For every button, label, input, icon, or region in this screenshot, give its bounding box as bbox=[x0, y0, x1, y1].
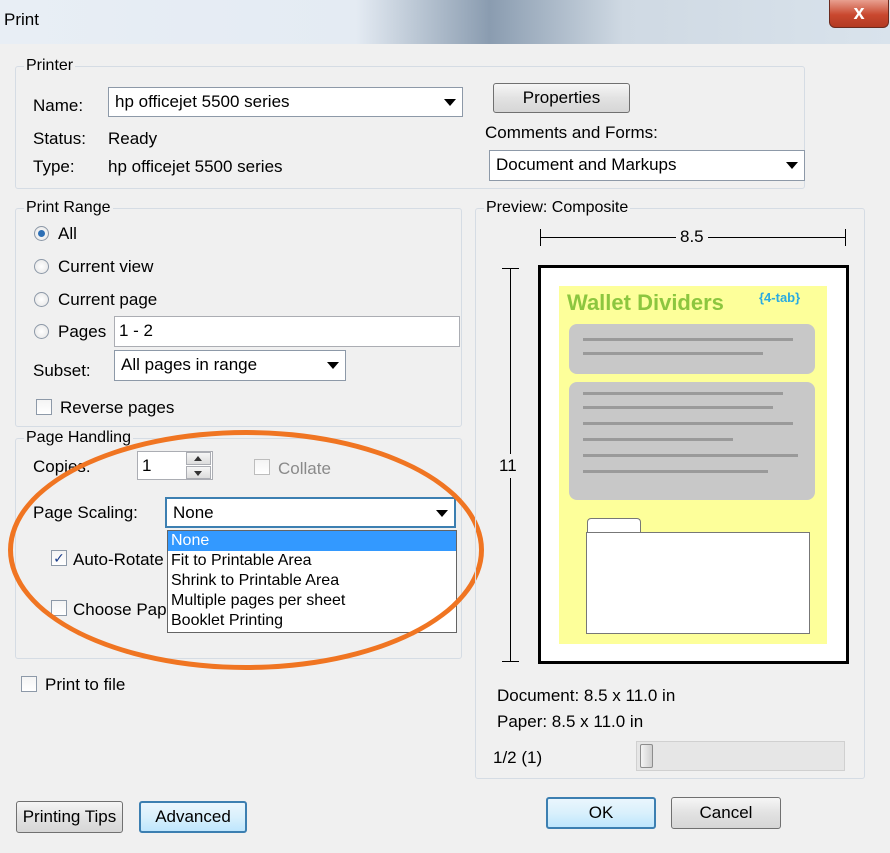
document-size-info: Document: 8.5 x 11.0 in bbox=[497, 686, 676, 705]
advanced-button[interactable]: Advanced bbox=[139, 801, 247, 833]
radio-current-page[interactable] bbox=[34, 292, 49, 307]
preview-text-line bbox=[583, 392, 783, 395]
radio-all-label: All bbox=[58, 224, 77, 243]
height-dimension-tick-top bbox=[502, 268, 519, 269]
comments-forms-select[interactable]: Document and Markups bbox=[489, 150, 805, 181]
comments-forms-value: Document and Markups bbox=[496, 155, 677, 174]
printer-type-value: hp officejet 5500 series bbox=[108, 157, 283, 176]
preview-page-slider[interactable] bbox=[636, 741, 845, 771]
preview-instructions-box bbox=[569, 382, 815, 500]
preview-text-line bbox=[583, 470, 768, 473]
preview-text-line bbox=[583, 406, 773, 409]
properties-button[interactable]: Properties bbox=[493, 83, 630, 113]
reverse-pages-label: Reverse pages bbox=[60, 398, 175, 417]
chevron-down-icon bbox=[444, 99, 456, 106]
preview-legend: Preview: Composite bbox=[486, 199, 629, 216]
reverse-pages-checkbox[interactable] bbox=[36, 399, 52, 415]
cancel-button[interactable]: Cancel bbox=[671, 797, 781, 829]
paper-size-info: Paper: 8.5 x 11.0 in bbox=[497, 712, 644, 731]
printer-status-value: Ready bbox=[108, 129, 158, 148]
preview-document-thumbnail: Wallet Dividers {4-tab} bbox=[559, 286, 827, 644]
preview-page: Wallet Dividers {4-tab} bbox=[538, 265, 849, 664]
radio-current-view[interactable] bbox=[34, 259, 49, 274]
page-indicator: 1/2 (1) bbox=[493, 748, 543, 767]
title-bar: Print x bbox=[0, 0, 890, 44]
preview-supplies-box bbox=[569, 324, 815, 374]
printer-name-value: hp officejet 5500 series bbox=[115, 92, 290, 111]
preview-text-line bbox=[583, 422, 793, 425]
printer-status-label: Status: bbox=[33, 129, 86, 148]
radio-pages-label: Pages bbox=[58, 322, 107, 341]
height-dimension-tick-bottom bbox=[502, 661, 519, 662]
width-dimension-tick-right bbox=[845, 229, 846, 246]
preview-document-heading: Wallet Dividers bbox=[567, 290, 724, 315]
close-button[interactable]: x bbox=[829, 0, 889, 28]
comments-forms-label: Comments and Forms: bbox=[485, 123, 658, 142]
slider-thumb[interactable] bbox=[640, 744, 653, 768]
subset-value: All pages in range bbox=[121, 355, 258, 374]
printer-type-label: Type: bbox=[33, 157, 75, 176]
subset-select[interactable]: All pages in range bbox=[114, 350, 346, 381]
printing-tips-button[interactable]: Printing Tips bbox=[16, 801, 123, 833]
printer-legend: Printer bbox=[26, 57, 74, 74]
preview-divider-tab bbox=[587, 518, 641, 533]
printer-name-select[interactable]: hp officejet 5500 series bbox=[108, 87, 463, 117]
preview-text-line bbox=[583, 338, 793, 341]
highlight-ellipse bbox=[8, 430, 484, 670]
window-title: Print bbox=[4, 10, 39, 29]
printer-name-label: Name: bbox=[33, 96, 84, 115]
width-dimension-label: 8.5 bbox=[676, 227, 708, 247]
preview-text-line bbox=[583, 438, 733, 441]
ok-button[interactable]: OK bbox=[546, 797, 656, 829]
width-dimension-tick-left bbox=[540, 229, 541, 246]
print-range-legend: Print Range bbox=[26, 199, 111, 216]
preview-divider-shape bbox=[586, 532, 810, 634]
preview-document-heading-tag: {4-tab} bbox=[759, 290, 801, 305]
print-to-file-checkbox[interactable] bbox=[21, 676, 37, 692]
radio-current-page-label: Current page bbox=[58, 290, 158, 309]
chevron-down-icon bbox=[786, 162, 798, 169]
radio-pages[interactable] bbox=[34, 324, 49, 339]
chevron-down-icon bbox=[327, 362, 339, 369]
height-dimension-label: 11 bbox=[499, 454, 517, 478]
page-handling-legend: Page Handling bbox=[26, 429, 131, 446]
print-range-group: Print Range bbox=[15, 199, 462, 427]
pages-input[interactable]: 1 - 2 bbox=[114, 316, 460, 347]
radio-all[interactable] bbox=[34, 226, 49, 241]
preview-text-line bbox=[583, 454, 798, 457]
print-to-file-label: Print to file bbox=[45, 675, 126, 694]
subset-label: Subset: bbox=[33, 361, 91, 380]
radio-current-view-label: Current view bbox=[58, 257, 154, 276]
preview-text-line bbox=[583, 352, 763, 355]
